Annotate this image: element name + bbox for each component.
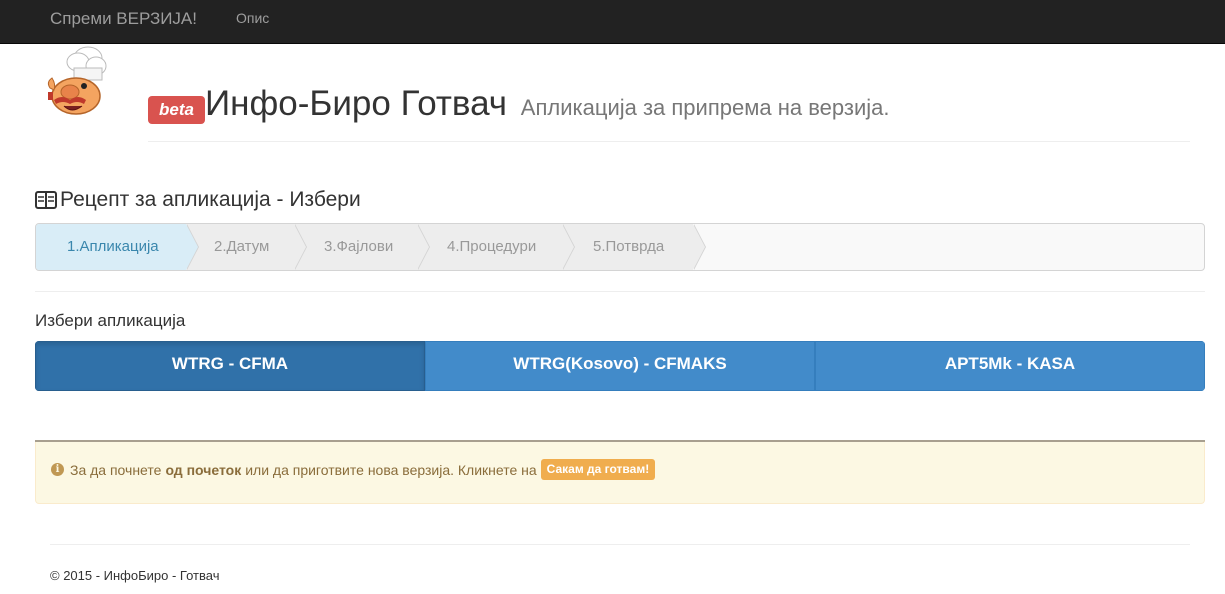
wizard-step-label: 3.Фајлови [324,238,394,255]
page-title: Инфо-Биро Готвач Апликација за припрема … [205,82,889,130]
beta-badge: beta [148,96,205,124]
application-button-group: WTRG - CFMA WTRG(Kosovo) - CFMAKS APT5Mk… [35,341,1205,391]
select-application-label: Избери апликација [35,311,186,330]
info-alert: i За да почнете од почеток или да пригот… [35,442,1205,504]
app-button-wtrg-cfma[interactable]: WTRG - CFMA [35,341,425,391]
section-heading-text: Рецепт за апликација - Избери [60,188,361,211]
wizard-step-label: 4.Процедури [447,238,537,255]
top-navbar: Спреми ВЕРЗИЈА! Опис [0,0,1225,44]
wizard-step-files[interactable]: 3.Фајлови [294,224,430,270]
wizard-steps: 1.Апликација 2.Датум 3.Фајлови 4.Процеду… [35,223,1205,271]
wizard-step-application[interactable]: 1.Апликација [36,224,199,270]
app-button-wtrg-kosovo-cfmaks[interactable]: WTRG(Kosovo) - CFMAKS [425,341,815,391]
footer-divider [50,544,1190,545]
alert-text-after: или да приготвите нова верзија. Кликнете… [245,461,537,478]
book-icon [35,190,57,210]
alert-message: i За да почнете од почеток или да пригот… [51,459,656,480]
wizard-step-label: 1.Апликација [67,238,159,255]
wizard-step-confirm[interactable]: 5.Потврда [562,224,706,270]
app-button-apt5mk-kasa[interactable]: APT5Mk - KASA [815,341,1205,391]
nav-link-description[interactable]: Опис [236,10,269,26]
section-divider [35,291,1205,292]
info-icon: i [51,463,64,476]
page-title-text: Инфо-Биро Готвач [205,84,508,123]
wizard-step-label: 2.Датум [214,238,270,255]
header-divider [148,141,1190,142]
alert-text-before: За да почнете [70,461,162,478]
start-cooking-button[interactable]: Сакам да готвам! [540,459,656,480]
footer-copyright: © 2015 - ИнфоБиро - Готвач [50,568,220,583]
wizard-step-date[interactable]: 2.Датум [186,224,307,270]
alert-text-bold: од почеток [165,461,242,478]
section-heading: Рецепт за апликација - Избери [35,186,361,214]
brand-link[interactable]: Спреми ВЕРЗИЈА! [50,9,197,29]
chef-mascot-icon [44,44,110,120]
wizard-step-procedures[interactable]: 4.Процедури [417,224,575,270]
wizard-step-label: 5.Потврда [593,238,665,255]
page-subtitle: Апликација за припрема на верзија. [520,95,890,120]
